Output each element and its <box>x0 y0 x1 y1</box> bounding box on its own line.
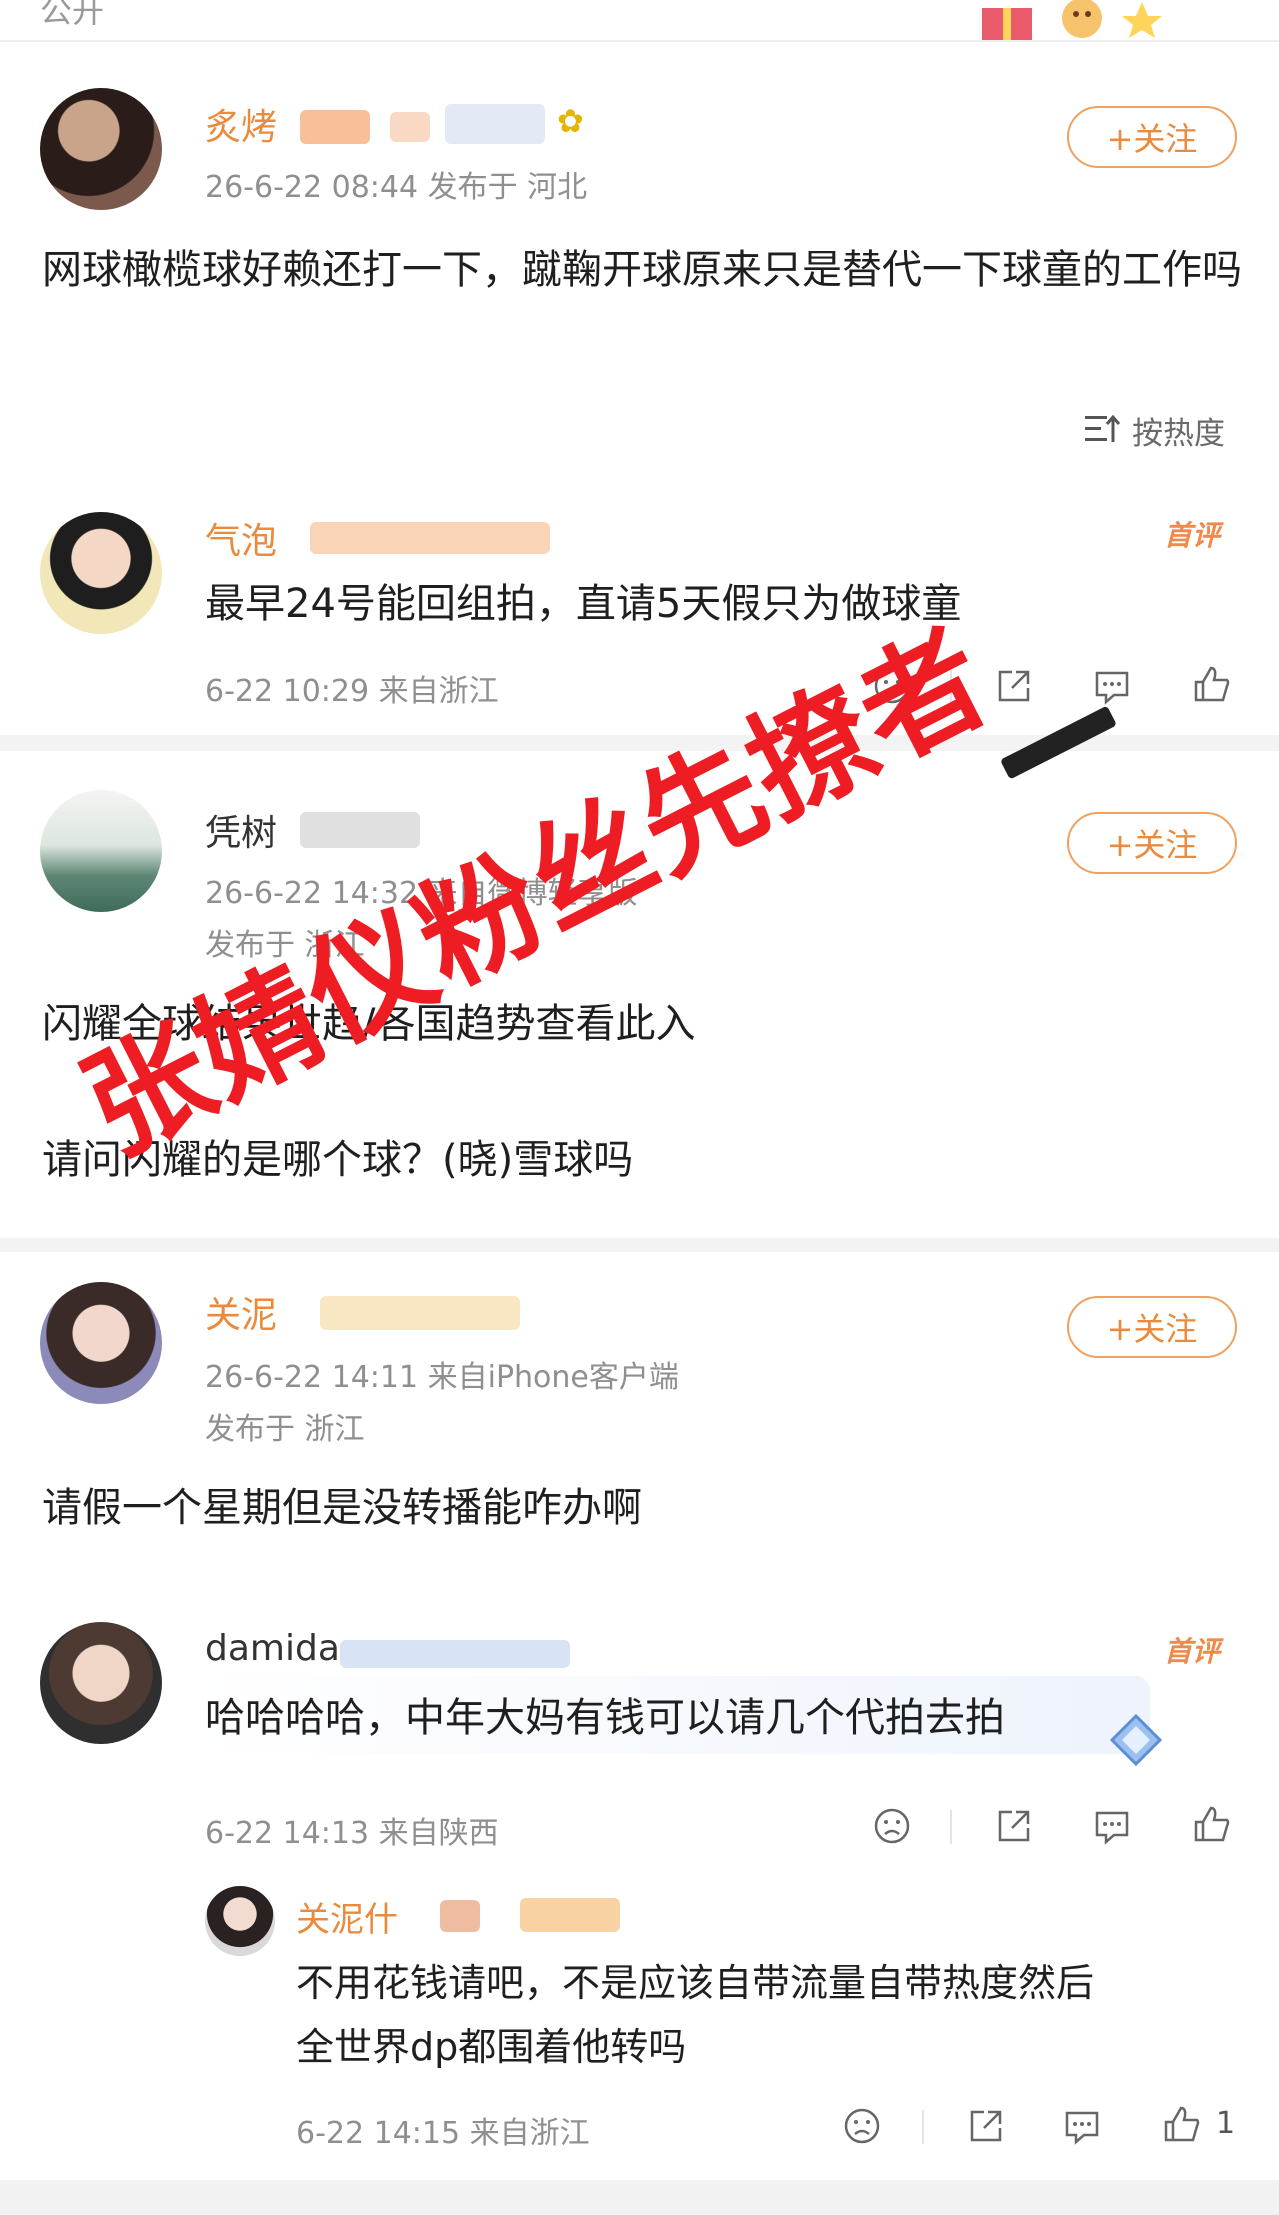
gift-decoration-icon <box>982 0 1162 40</box>
avatar[interactable] <box>40 512 162 634</box>
redacted-block <box>340 1640 570 1668</box>
redacted-block <box>310 522 550 554</box>
separator <box>950 1810 952 1844</box>
post-text: 请问闪耀的是哪个球？(晓)雪球吗 <box>42 1137 634 1183</box>
comment-username[interactable]: 气泡 <box>205 512 277 564</box>
redacted-block <box>320 1296 520 1330</box>
visibility-label: 公开 <box>40 0 105 30</box>
redacted-block <box>440 1900 480 1932</box>
avatar[interactable] <box>40 1282 162 1404</box>
comment-icon[interactable] <box>1092 1806 1132 1846</box>
divider <box>0 40 1279 42</box>
avatar[interactable] <box>205 1886 275 1956</box>
like-icon[interactable] <box>1162 2104 1202 2144</box>
avatar[interactable] <box>40 790 162 912</box>
post-text: 请假一个星期但是没转播能咋办啊 <box>42 1485 642 1531</box>
bottom-band <box>0 2180 1279 2215</box>
separator <box>922 2110 924 2144</box>
first-comment-badge: 首评 <box>1164 519 1221 552</box>
post-meta: 26-6-22 08:44 发布于 河北 <box>205 170 588 205</box>
separator <box>950 670 952 704</box>
dislike-icon[interactable] <box>872 1806 912 1846</box>
post-meta: 26-6-22 14:32 来自微博轻享版 <box>205 876 638 911</box>
comment-text: 哈哈哈哈，中年大妈有钱可以请几个代拍去拍 <box>205 1695 1005 1741</box>
post-text: 闪耀全球结果世趋/各国趋势查看此入 <box>42 1001 696 1047</box>
share-icon[interactable] <box>994 666 1034 706</box>
reply-username[interactable]: 关泥什 <box>296 1892 398 1941</box>
follow-button[interactable]: +关注 <box>1067 1296 1237 1358</box>
reply-text: 不用花钱请吧，不是应该自带流量自带热度然后 <box>296 1961 1095 2005</box>
redacted-block <box>300 812 420 848</box>
post-location: 发布于 浙江 <box>205 1412 365 1447</box>
post-meta: 26-6-22 14:11 来自iPhone客户端 <box>205 1360 679 1395</box>
sunflower-icon: ✿ <box>557 102 584 140</box>
dislike-icon[interactable] <box>842 2106 882 2146</box>
comment-icon[interactable] <box>1092 666 1132 706</box>
redacted-block <box>520 1898 620 1932</box>
share-icon[interactable] <box>966 2106 1006 2146</box>
share-icon[interactable] <box>994 1806 1034 1846</box>
like-icon[interactable] <box>1192 1804 1232 1844</box>
post-location: 发布于 浙江 <box>205 928 365 963</box>
reply-text: 全世界dp都围着他转吗 <box>296 2025 687 2069</box>
post-text: 网球橄榄球好赖还打一下，蹴鞠开球原来只是替代一下球童的工作吗 <box>42 247 1242 293</box>
redacted-block <box>390 112 430 142</box>
sort-lines-icon[interactable] <box>1083 412 1121 446</box>
follow-button[interactable]: +关注 <box>1067 106 1237 168</box>
comment-text: 最早24号能回组拍，直请5天假只为做球童 <box>205 581 962 627</box>
post-username[interactable]: 关泥 <box>205 1286 277 1338</box>
dislike-icon[interactable] <box>872 666 912 706</box>
like-icon[interactable] <box>1192 664 1232 704</box>
avatar[interactable] <box>40 1622 162 1744</box>
comment-meta: 6-22 14:13 来自陕西 <box>205 1816 499 1851</box>
comment-icon[interactable] <box>1062 2106 1102 2146</box>
reply-meta: 6-22 14:15 来自浙江 <box>296 2116 590 2151</box>
sort-by-heat[interactable]: 按热度 <box>1132 408 1225 453</box>
like-count: 1 <box>1216 2106 1236 2141</box>
post-username[interactable]: 凭树 <box>205 804 277 856</box>
redacted-block <box>445 104 545 144</box>
diamond-sticker-icon <box>1109 1713 1163 1767</box>
comment-meta: 6-22 10:29 来自浙江 <box>205 674 499 709</box>
first-comment-badge: 首评 <box>1164 1635 1221 1668</box>
redacted-block <box>300 110 370 144</box>
section-gap <box>0 1238 1279 1252</box>
comment-username[interactable]: damida <box>205 1628 340 1669</box>
follow-button[interactable]: +关注 <box>1067 812 1237 874</box>
avatar[interactable] <box>40 88 162 210</box>
post-username[interactable]: 炙烤 <box>205 98 277 150</box>
